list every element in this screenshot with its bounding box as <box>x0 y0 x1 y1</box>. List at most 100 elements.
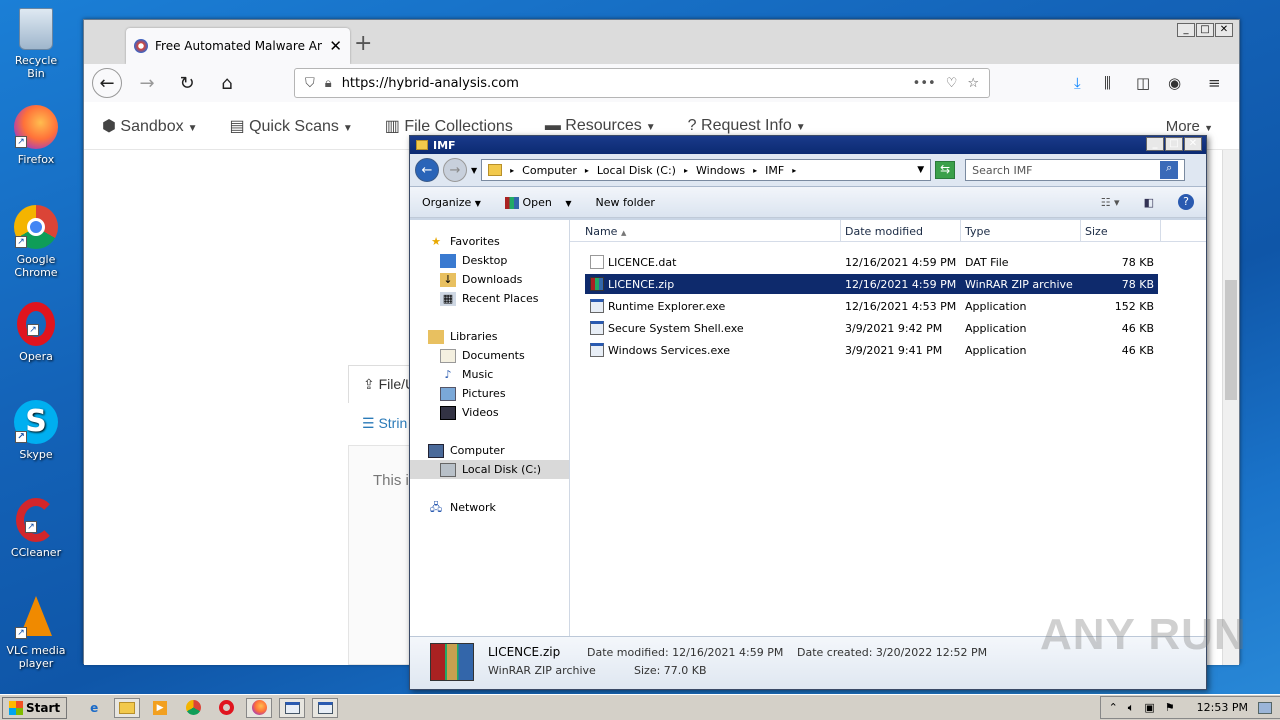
home-button[interactable]: ⌂ <box>212 68 242 98</box>
chevron-down-icon[interactable]: ▼ <box>565 199 571 208</box>
column-header-date[interactable]: Date modified <box>841 220 961 241</box>
pocket-icon[interactable]: ♡ <box>946 76 958 91</box>
strings-tab[interactable]: ☰ Strin <box>362 415 407 432</box>
nav-local-disk[interactable]: Local Disk (C:) <box>410 460 569 479</box>
app-taskbar-icon[interactable] <box>279 697 306 718</box>
menu-icon[interactable]: ≡ <box>1208 74 1221 92</box>
nav-pictures[interactable]: Pictures <box>410 384 569 403</box>
volume-icon[interactable]: 🔈︎ <box>1128 701 1135 715</box>
explorer-titlebar[interactable]: IMF _ □ ✕ <box>410 136 1206 154</box>
show-hidden-icons-icon[interactable]: ⌃ <box>1109 701 1118 714</box>
back-button[interactable]: ← <box>415 158 439 182</box>
nav-documents[interactable]: Documents <box>410 346 569 365</box>
library-icon[interactable]: ⫼ <box>1104 74 1111 92</box>
breadcrumb-item[interactable]: Computer <box>522 164 577 177</box>
downloads-icon[interactable]: ⤓ <box>1074 74 1081 92</box>
file-row[interactable]: Runtime Explorer.exe 12/16/2021 4:53 PM … <box>585 296 1158 316</box>
nav-resources[interactable]: ▬ Resources ▼ <box>545 117 656 135</box>
new-tab-button[interactable]: + <box>354 31 372 56</box>
nav-libraries[interactable]: Libraries <box>410 327 569 346</box>
preview-pane-icon[interactable]: ◧ <box>1144 196 1154 209</box>
start-button[interactable]: Start <box>2 696 68 719</box>
recent-pages-icon[interactable]: ▼ <box>471 166 477 175</box>
nav-downloads[interactable]: ↓ Downloads <box>410 270 569 289</box>
desktop-icon-skype[interactable]: S ↗ Skype <box>5 400 67 461</box>
show-desktop-button[interactable] <box>1258 701 1272 714</box>
address-dropdown-icon[interactable]: ▼ <box>917 165 924 175</box>
account-icon[interactable]: ◉ <box>1168 74 1181 92</box>
refresh-icon[interactable]: ⇆ <box>935 161 956 179</box>
desktop-icon-ccleaner[interactable]: ↗ CCleaner <box>5 498 67 559</box>
breadcrumb[interactable]: ▸ Computer ▸ Local Disk (C:) ▸ Windows ▸ IM… <box>481 159 932 181</box>
ie-taskbar-icon[interactable]: e <box>81 698 107 718</box>
network-icon[interactable]: ▣ <box>1144 701 1154 714</box>
nav-desktop[interactable]: Desktop <box>410 251 569 270</box>
chevron-down-icon[interactable]: ▸ <box>684 166 688 175</box>
close-button[interactable]: ✕ <box>1184 137 1202 151</box>
nav-favorites[interactable]: ★ Favorites <box>410 232 569 251</box>
upload-tab[interactable]: ⇪ File/U <box>348 365 418 403</box>
column-header-size[interactable]: Size <box>1081 220 1161 241</box>
app-taskbar-icon[interactable] <box>312 697 339 718</box>
forward-button[interactable]: → <box>443 158 467 182</box>
file-row[interactable]: LICENCE.zip 12/16/2021 4:59 PM WinRAR ZI… <box>585 274 1158 294</box>
url-bar[interactable]: ⛉ 🔒︎ https://hybrid-analysis.com ••• ♡ ☆ <box>294 68 990 98</box>
file-row[interactable]: LICENCE.dat 12/16/2021 4:59 PM DAT File … <box>585 252 1158 272</box>
maximize-button[interactable]: □ <box>1165 137 1183 151</box>
nav-more[interactable]: More ▼ <box>1166 118 1213 135</box>
action-center-flag-icon[interactable]: ⚑ <box>1165 701 1175 714</box>
desktop-icon-chrome[interactable]: ↗ Google Chrome <box>5 205 67 279</box>
chevron-down-icon[interactable]: ▸ <box>585 166 589 175</box>
nav-sandbox[interactable]: ⬢ Sandbox ▼ <box>102 116 198 136</box>
media-player-taskbar-icon[interactable]: ▶ <box>147 698 173 718</box>
file-row[interactable]: Secure System Shell.exe 3/9/2021 9:42 PM… <box>585 318 1158 338</box>
shield-icon[interactable]: ⛉ <box>305 76 315 91</box>
breadcrumb-item[interactable]: IMF <box>765 164 784 177</box>
maximize-button[interactable]: □ <box>1196 23 1214 37</box>
new-folder-button[interactable]: New folder <box>595 196 654 209</box>
view-options-icon[interactable]: ☷ ▾ <box>1101 196 1120 209</box>
nav-request-info[interactable]: ? Request Info ▼ <box>688 117 806 135</box>
page-scrollbar[interactable] <box>1222 150 1239 665</box>
nav-network[interactable]: 🖧︎ Network <box>410 498 569 517</box>
explorer-taskbar-icon[interactable] <box>114 697 141 718</box>
column-header-type[interactable]: Type <box>961 220 1081 241</box>
desktop-icon-vlc[interactable]: ↗ VLC media player <box>5 596 67 670</box>
nav-music[interactable]: ♪ Music <box>410 365 569 384</box>
nav-file-collections[interactable]: ▥ File Collections <box>385 116 513 136</box>
file-row[interactable]: Windows Services.exe 3/9/2021 9:41 PM Ap… <box>585 340 1158 360</box>
nav-videos[interactable]: Videos <box>410 403 569 422</box>
desktop-icon-recycle-bin[interactable]: Recycle Bin <box>5 8 67 80</box>
reload-button[interactable]: ↻ <box>172 68 202 98</box>
organize-button[interactable]: Organize ▼ <box>422 196 481 209</box>
sidebar-icon[interactable]: ◫ <box>1136 74 1150 92</box>
url-text[interactable]: https://hybrid-analysis.com <box>342 76 903 91</box>
firefox-taskbar-icon[interactable] <box>246 697 273 718</box>
scrollbar-thumb[interactable] <box>1225 280 1237 400</box>
nav-quick-scans[interactable]: ▤ Quick Scans ▼ <box>230 116 353 136</box>
desktop-icon-opera[interactable]: ↗ Opera <box>5 302 67 363</box>
open-button[interactable]: Open ▼ <box>504 196 571 209</box>
bookmark-star-icon[interactable]: ☆ <box>967 76 979 91</box>
chevron-down-icon[interactable]: ▸ <box>753 166 757 175</box>
nav-computer[interactable]: Computer <box>410 441 569 460</box>
close-button[interactable]: ✕ <box>1215 23 1233 37</box>
breadcrumb-item[interactable]: Local Disk (C:) <box>597 164 676 177</box>
breadcrumb-item[interactable]: Windows <box>696 164 745 177</box>
column-header-name[interactable]: Name ▲ <box>570 220 841 241</box>
nav-recent-places[interactable]: ▦ Recent Places <box>410 289 569 308</box>
desktop-icon-firefox[interactable]: ↗ Firefox <box>5 105 67 166</box>
search-input[interactable]: Search IMF ⌕ <box>965 159 1186 181</box>
page-actions-icon[interactable]: ••• <box>913 76 936 91</box>
browser-tab[interactable]: Free Automated Malware Analysis ✕ <box>126 28 350 64</box>
chevron-down-icon[interactable]: ▸ <box>792 166 796 175</box>
minimize-button[interactable]: _ <box>1146 137 1164 151</box>
back-button[interactable]: ← <box>92 68 122 98</box>
help-icon[interactable]: ? <box>1178 194 1194 210</box>
forward-button[interactable]: → <box>132 68 162 98</box>
minimize-button[interactable]: _ <box>1177 23 1195 37</box>
chrome-taskbar-icon[interactable] <box>180 698 206 718</box>
lock-icon[interactable]: 🔒︎ <box>325 76 332 91</box>
search-icon[interactable]: ⌕ <box>1160 161 1179 179</box>
clock[interactable]: 12:53 PM <box>1197 701 1248 714</box>
